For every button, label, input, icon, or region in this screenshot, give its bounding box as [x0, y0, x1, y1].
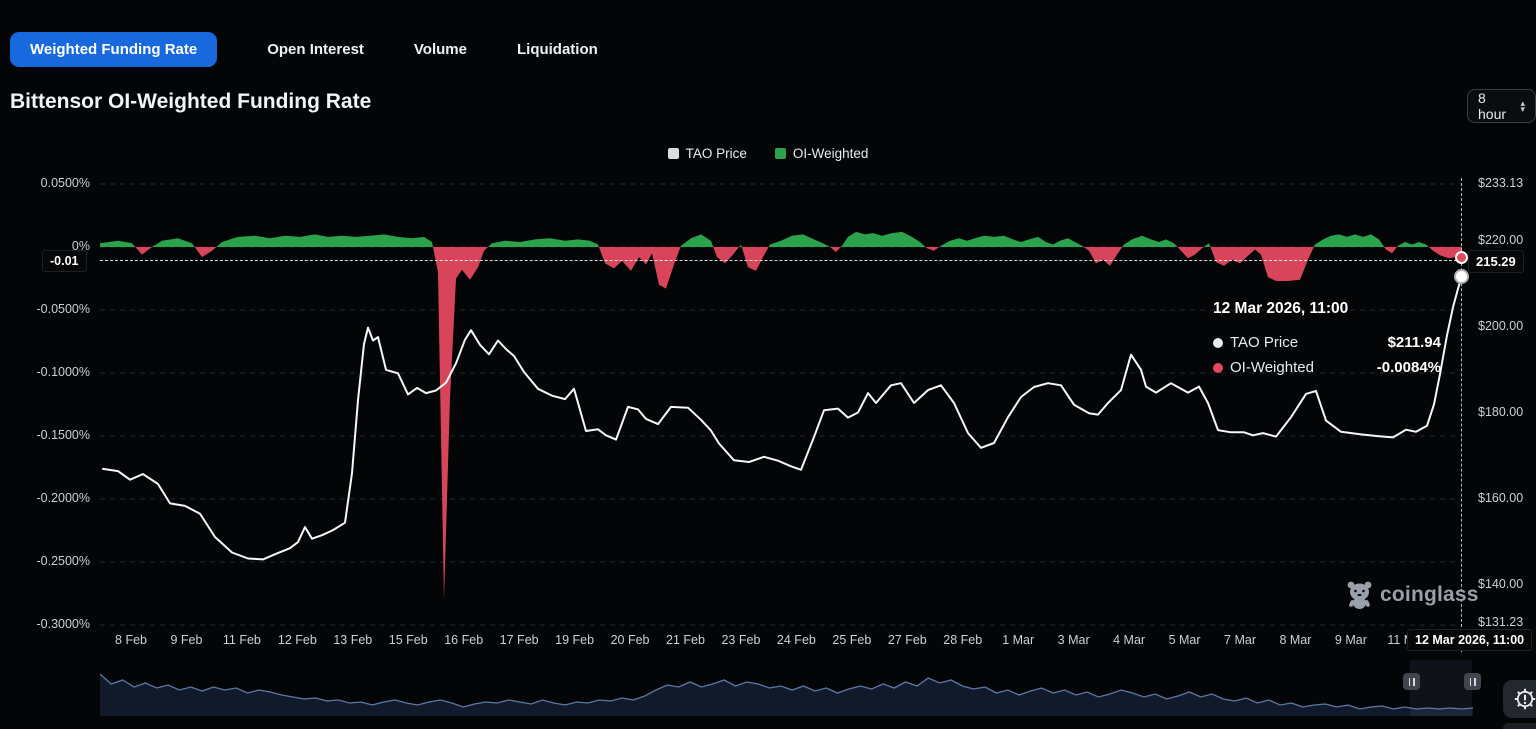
x-axis-tick: 8 Mar [1279, 633, 1311, 647]
white-bullet-icon [1213, 338, 1223, 348]
x-axis-tick: 23 Feb [721, 633, 760, 647]
left-axis-tick: -0.1500% [0, 428, 90, 442]
x-axis-tick: 7 Mar [1224, 633, 1256, 647]
right-axis-tick: $180.00 [1478, 405, 1523, 419]
right-axis-tick: $131.23 [1478, 615, 1523, 629]
x-axis-tick: 12 Feb [278, 633, 317, 647]
legend-item-tao-price[interactable]: TAO Price [668, 146, 747, 161]
x-axis-tick: 19 Feb [555, 633, 594, 647]
red-bullet-icon [1213, 363, 1223, 373]
x-axis-tick: 11 Feb [223, 633, 261, 647]
left-axis-tick: -0.3000% [0, 617, 90, 631]
x-axis-tick: 28 Feb [943, 633, 982, 647]
gear-alert-icon [1514, 688, 1536, 710]
crosshair-left-value-label: -0.01 [42, 250, 87, 272]
chart-tooltip: 12 Mar 2026, 11:00 TAO Price $211.94 OI-… [1213, 300, 1441, 384]
watermark-text: coinglass [1380, 583, 1479, 607]
drag-handle-icon [1409, 678, 1411, 686]
price-last-point-marker [1454, 269, 1469, 284]
x-axis-tick: 20 Feb [611, 633, 650, 647]
x-axis-tick: 3 Mar [1058, 633, 1090, 647]
funding-last-point-marker [1455, 251, 1468, 264]
left-axis-tick: -0.1000% [0, 365, 90, 379]
chart-legend: TAO Price OI-Weighted [0, 146, 1536, 161]
drag-handle-icon [1470, 678, 1472, 686]
page-title: Bittensor OI-Weighted Funding Rate [10, 90, 371, 114]
tab-open-interest[interactable]: Open Interest [267, 41, 364, 58]
tooltip-series-label: OI-Weighted [1230, 359, 1314, 376]
legend-swatch-white-icon [668, 148, 679, 159]
left-axis-tick: -0.0500% [0, 302, 90, 316]
coinglass-watermark: coinglass [1346, 580, 1479, 610]
updown-chevrons-icon: ▴▾ [1520, 100, 1525, 112]
x-axis-tick: 25 Feb [832, 633, 871, 647]
tooltip-row-oi-weighted: OI-Weighted -0.0084% [1213, 359, 1441, 376]
left-axis-tick: -0.2500% [0, 554, 90, 568]
x-axis-tick: 17 Feb [500, 633, 539, 647]
x-axis-tick: 9 Feb [170, 633, 202, 647]
navigator-left-handle[interactable] [1403, 673, 1420, 690]
interval-select[interactable]: 8 hour ▴▾ [1467, 89, 1536, 123]
crosshair-date-label: 12 Mar 2026, 11:00 [1407, 629, 1532, 651]
coinglass-bear-logo-icon [1346, 580, 1373, 610]
crosshair-horizontal-line [100, 260, 1462, 261]
tooltip-date: 12 Mar 2026, 11:00 [1213, 300, 1441, 318]
legend-item-oi-weighted[interactable]: OI-Weighted [775, 146, 869, 161]
x-axis-tick: 15 Feb [389, 633, 428, 647]
interval-select-value: 8 hour [1478, 90, 1513, 122]
crosshair-right-value-label: 215.29 [1468, 250, 1524, 273]
chart-settings-button[interactable] [1503, 680, 1536, 718]
tab-liquidation[interactable]: Liquidation [517, 41, 598, 58]
x-axis-tick: 16 Feb [444, 633, 483, 647]
x-axis-tick: 21 Feb [666, 633, 705, 647]
tab-volume[interactable]: Volume [414, 41, 467, 58]
left-axis-tick: -0.2000% [0, 491, 90, 505]
x-axis-tick: 13 Feb [333, 633, 372, 647]
right-axis-tick: $140.00 [1478, 577, 1523, 591]
x-axis-tick: 8 Feb [115, 633, 147, 647]
tab-weighted-funding-rate[interactable]: Weighted Funding Rate [10, 32, 217, 67]
coinglass-funding-rate-page: Weighted Funding Rate Open Interest Volu… [0, 0, 1536, 729]
x-axis-tick: 27 Feb [888, 633, 927, 647]
right-axis-tick: $200.00 [1478, 319, 1523, 333]
drag-handle-icon [1413, 678, 1415, 686]
drag-handle-icon [1474, 678, 1476, 686]
tooltip-series-value: -0.0084% [1377, 359, 1441, 376]
chart-tab-bar: Weighted Funding Rate Open Interest Volu… [10, 32, 598, 67]
x-axis-tick: 4 Mar [1113, 633, 1145, 647]
legend-swatch-green-icon [775, 148, 786, 159]
partial-button[interactable] [1503, 723, 1536, 729]
tooltip-series-value: $211.94 [1388, 334, 1441, 351]
x-axis-tick: 5 Mar [1169, 633, 1201, 647]
legend-label: OI-Weighted [793, 146, 869, 161]
x-axis-tick: 24 Feb [777, 633, 816, 647]
right-axis-tick: $233.13 [1478, 176, 1523, 190]
navigator-right-handle[interactable] [1464, 673, 1481, 690]
tooltip-series-label: TAO Price [1230, 334, 1298, 351]
left-axis-tick: 0.0500% [0, 176, 90, 190]
right-axis-tick: $220.00 [1478, 233, 1523, 247]
right-axis-tick: $160.00 [1478, 491, 1523, 505]
x-axis-tick: 1 Mar [1002, 633, 1034, 647]
main-chart-plot[interactable] [100, 178, 1462, 632]
x-axis-tick: 9 Mar [1335, 633, 1367, 647]
tooltip-row-tao-price: TAO Price $211.94 [1213, 334, 1441, 351]
legend-label: TAO Price [686, 146, 747, 161]
range-navigator[interactable] [100, 660, 1473, 716]
